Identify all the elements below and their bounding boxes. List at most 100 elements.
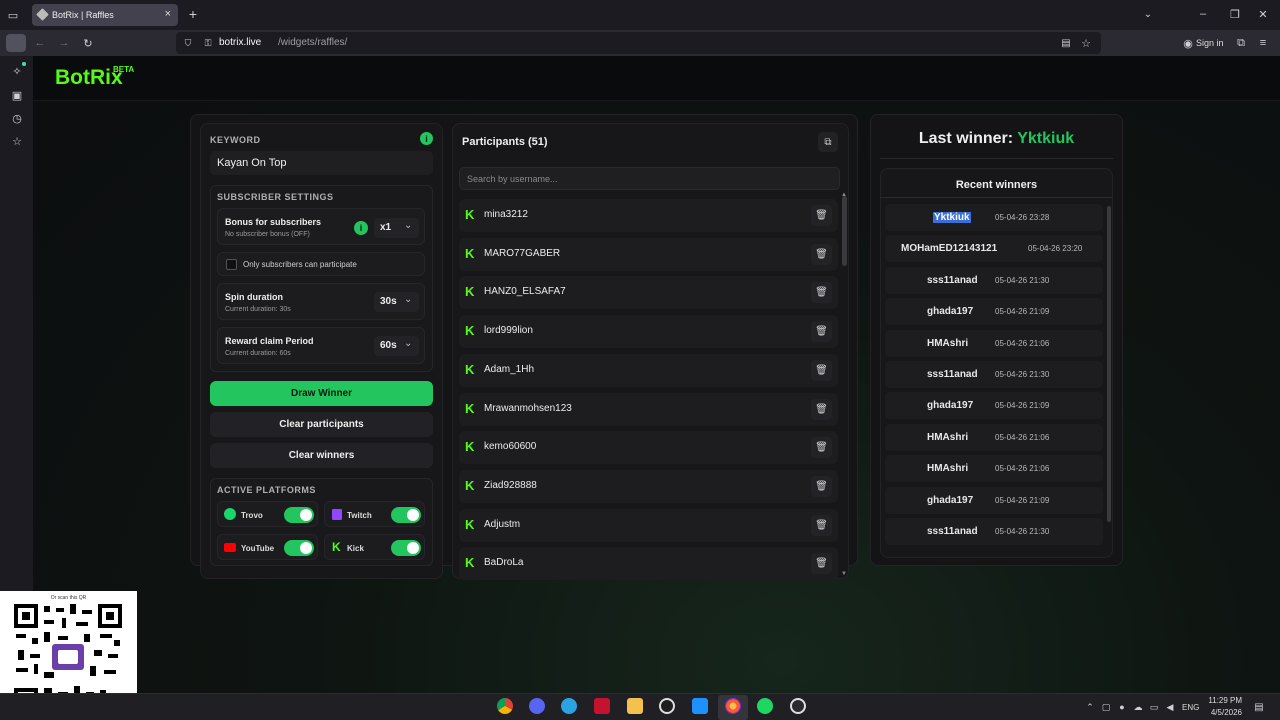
winner-name[interactable]: MOHamED12143121: [901, 243, 997, 254]
delete-icon[interactable]: 🗑: [811, 205, 832, 226]
winner-name[interactable]: sss11anad: [927, 275, 978, 286]
network-icon[interactable]: ▭: [1148, 701, 1160, 713]
reader-view-icon[interactable]: ▤: [1060, 36, 1072, 50]
spotify-icon[interactable]: [757, 698, 773, 714]
winner-name[interactable]: ghada197: [927, 400, 973, 411]
participant-name: Adjustm: [484, 518, 521, 530]
url-host: botrix.live: [219, 37, 262, 48]
steam-icon[interactable]: [790, 698, 806, 714]
trovo-toggle[interactable]: [284, 507, 314, 523]
synced-tabs-icon[interactable]: ▣: [10, 88, 24, 102]
sign-in-link[interactable]: Sign in: [1196, 38, 1224, 48]
youtube-toggle[interactable]: [284, 540, 314, 556]
cloud-icon[interactable]: ☁: [1132, 701, 1144, 713]
winner-name[interactable]: HMAshri: [927, 432, 968, 443]
menu-icon[interactable]: ≡: [1256, 36, 1270, 50]
minimize-icon[interactable]: –: [1196, 7, 1210, 21]
draw-winner-button[interactable]: Draw Winner: [210, 381, 433, 406]
twitch-toggle[interactable]: [391, 507, 421, 523]
kick-toggle[interactable]: [391, 540, 421, 556]
winner-name[interactable]: sss11anad: [927, 526, 978, 537]
clock-date[interactable]: 4/5/2026: [1206, 708, 1242, 717]
microphone-icon[interactable]: ●: [1116, 701, 1128, 713]
kick-icon: K: [465, 361, 475, 377]
participant-name: MARO77GABER: [484, 247, 561, 259]
delete-icon[interactable]: 🗑: [811, 437, 832, 459]
tab-list-chevron-icon[interactable]: ⌄: [1142, 7, 1154, 21]
browser-tab[interactable]: BotRix | Raffles ×: [32, 4, 178, 26]
delete-icon[interactable]: 🗑: [811, 553, 832, 575]
chrome-icon[interactable]: [497, 698, 513, 714]
new-tab-icon[interactable]: +: [186, 6, 200, 22]
participants-search-input[interactable]: Search by username...: [459, 167, 840, 190]
bookmarks-icon[interactable]: ☆: [10, 134, 24, 148]
forward-icon[interactable]: →: [57, 36, 71, 50]
volume-icon[interactable]: ◀: [1164, 701, 1176, 713]
window-close-icon[interactable]: ✕: [1256, 7, 1270, 21]
restore-icon[interactable]: ❐: [1228, 7, 1242, 21]
extensions-icon[interactable]: ⧉: [1234, 36, 1248, 50]
spin-duration-select[interactable]: 30s ⌄: [374, 292, 419, 312]
delete-icon[interactable]: 🗑: [811, 398, 832, 420]
delete-icon[interactable]: 🗑: [811, 282, 832, 304]
firefox-icon[interactable]: [725, 698, 741, 714]
account-icon[interactable]: ◉: [1182, 36, 1194, 50]
divider: [880, 197, 1113, 198]
delete-icon[interactable]: 🗑: [811, 514, 832, 536]
ai-chat-icon[interactable]: ✧: [10, 64, 24, 78]
tab-close-icon[interactable]: ×: [165, 8, 171, 20]
bonus-multiplier-select[interactable]: x1 ⌄: [374, 218, 419, 238]
participants-scrollbar[interactable]: [842, 196, 847, 266]
info-icon[interactable]: i: [420, 132, 433, 145]
clear-winners-button[interactable]: Clear winners: [210, 443, 433, 468]
discord-icon[interactable]: [529, 698, 545, 714]
scroll-up-arrow-icon[interactable]: ▲: [841, 192, 847, 198]
reload-icon[interactable]: ↻: [81, 36, 95, 50]
shield-icon[interactable]: ⛉: [182, 36, 194, 50]
delete-icon[interactable]: 🗑: [811, 321, 832, 343]
winner-date: 05-04-26 23:20: [1028, 244, 1083, 254]
keyword-input[interactable]: Kayan On Top: [210, 151, 433, 175]
bonus-info-icon[interactable]: i: [354, 221, 368, 235]
site-header: BotRix BETA: [33, 56, 1280, 101]
tray-app-icon[interactable]: ▢: [1100, 701, 1112, 713]
only-subscribers-checkbox[interactable]: [226, 259, 237, 270]
notifications-icon[interactable]: ▤: [1252, 700, 1266, 714]
history-icon[interactable]: ◷: [10, 111, 24, 125]
language-indicator[interactable]: ENG: [1182, 703, 1199, 712]
winner-row: sss11anad 05-04-26 21:30: [885, 518, 1103, 545]
file-explorer-icon[interactable]: [627, 698, 643, 714]
copy-icon[interactable]: ⧉: [818, 132, 838, 152]
platform-twitch-label: Twitch: [347, 511, 372, 520]
adobe-icon[interactable]: [594, 698, 610, 714]
url-bar[interactable]: ⛉ ⚿ botrix.live /widgets/raffles/ ▤ ☆: [176, 32, 1101, 54]
winner-name[interactable]: ghada197: [927, 495, 973, 506]
participant-row: Klord999lion 🗑: [459, 315, 838, 349]
delete-icon[interactable]: 🗑: [811, 359, 832, 381]
lock-icon[interactable]: ⚿: [202, 36, 214, 50]
winner-row: HMAshri 05-04-26 21:06: [885, 329, 1103, 357]
clear-participants-button[interactable]: Clear participants: [210, 412, 433, 437]
winner-name[interactable]: sss11anad: [927, 369, 978, 380]
participants-title: Participants (51): [462, 136, 548, 148]
clock-time[interactable]: 11:29 PM: [1206, 696, 1242, 705]
bookmark-star-icon[interactable]: ☆: [1080, 36, 1092, 50]
delete-icon[interactable]: 🗑: [811, 243, 832, 265]
winner-name[interactable]: ghada197: [927, 306, 973, 317]
winner-name[interactable]: Yktkiuk: [933, 212, 971, 223]
sidebar-toggle-icon[interactable]: [6, 34, 26, 52]
winner-name[interactable]: HMAshri: [927, 463, 968, 474]
platform-trovo: Trovo: [217, 501, 318, 527]
winner-name[interactable]: HMAshri: [927, 338, 968, 349]
reward-period-select[interactable]: 60s ⌄: [374, 336, 419, 356]
tab-overview-icon[interactable]: ▭: [6, 8, 20, 22]
telegram-icon[interactable]: [561, 698, 577, 714]
platform-kick: K Kick: [324, 534, 425, 560]
back-icon[interactable]: ←: [33, 36, 47, 50]
tray-overflow-icon[interactable]: ⌃: [1084, 701, 1096, 713]
app-icon[interactable]: [692, 698, 708, 714]
obs-icon[interactable]: [659, 698, 675, 714]
delete-icon[interactable]: 🗑: [811, 475, 832, 497]
scroll-down-arrow-icon[interactable]: ▼: [841, 571, 847, 577]
winners-scrollbar[interactable]: [1107, 206, 1111, 522]
